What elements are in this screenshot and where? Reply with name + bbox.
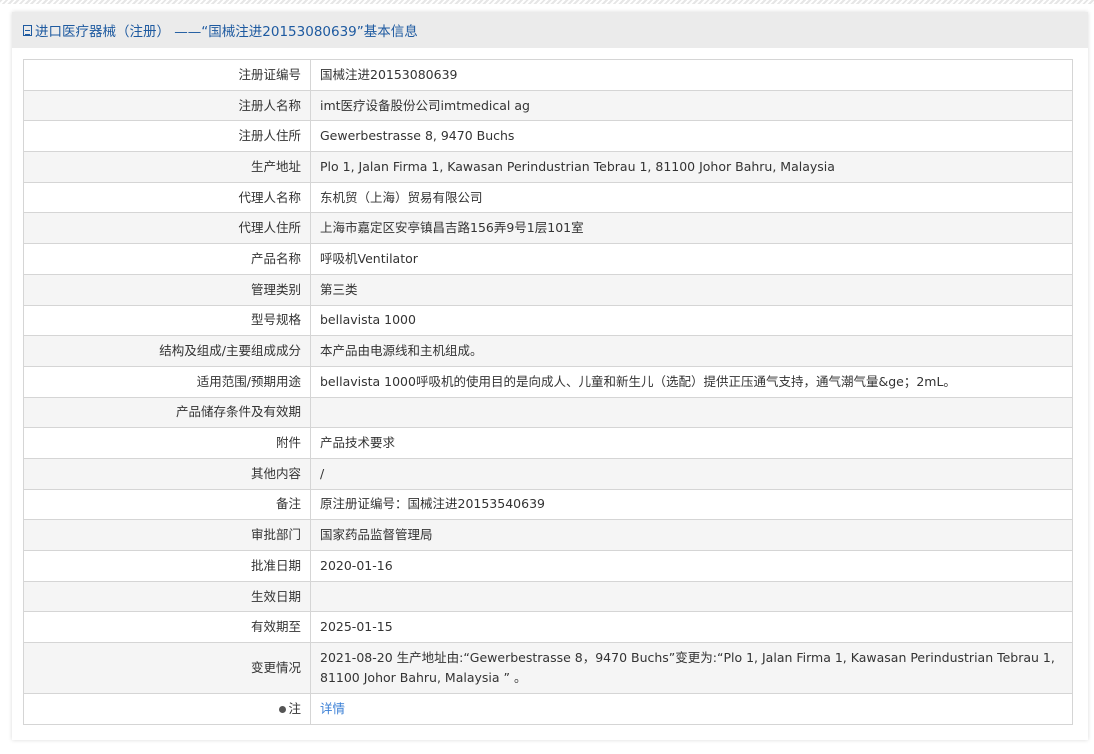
pin-icon: [279, 705, 287, 713]
field-value: 东机贸（上海）贸易有限公司: [310, 181, 1073, 214]
table-row: 适用范围/预期用途 bellavista 1000呼吸机的使用目的是向成人、儿童和…: [23, 365, 1073, 398]
field-label: 代理人名称: [23, 181, 311, 214]
field-value: 第三类: [310, 273, 1073, 306]
table-row: 产品名称 呼吸机Ventilator: [23, 243, 1073, 275]
field-value: bellavista 1000呼吸机的使用目的是向成人、儿童和新生儿（选配）提供…: [310, 365, 1073, 398]
field-value: 2021-08-20 生产地址由:“Gewerbestrasse 8，9470 …: [310, 642, 1073, 695]
field-label: 管理类别: [23, 273, 311, 306]
panel-header: 进口医疗器械（注册） ——“国械注进20153080639”基本信息: [12, 12, 1088, 48]
table-row: 其他内容 /: [23, 457, 1073, 490]
note-cell: 详情: [310, 693, 1073, 725]
field-value: 2020-01-16: [310, 550, 1073, 582]
table-row: 变更情况 2021-08-20 生产地址由:“Gewerbestrasse 8，9…: [23, 642, 1073, 695]
table-row: 有效期至 2025-01-15: [23, 611, 1073, 644]
table-row: 批准日期 2020-01-16: [23, 550, 1073, 582]
note-label-text: 注: [288, 700, 301, 716]
table-row: 代理人名称 东机贸（上海）贸易有限公司: [23, 181, 1073, 214]
field-label: 生产地址: [23, 151, 311, 183]
field-value: 2025-01-15: [310, 611, 1073, 644]
field-label: 备注: [23, 488, 311, 521]
field-value: 原注册证编号：国械注进20153540639: [310, 488, 1073, 521]
field-value: 上海市嘉定区安亭镇昌吉路156弄9号1层101室: [310, 212, 1073, 245]
details-link[interactable]: 详情: [320, 701, 345, 716]
note-row: 注 详情: [23, 693, 1073, 725]
field-label: 其他内容: [23, 457, 311, 490]
field-label: 产品名称: [23, 243, 311, 275]
info-panel: 进口医疗器械（注册） ——“国械注进20153080639”基本信息 注册证编号…: [12, 12, 1088, 740]
table-row: 管理类别 第三类: [23, 273, 1073, 306]
field-value: Gewerbestrasse 8, 9470 Buchs: [310, 120, 1073, 153]
field-label: 代理人住所: [23, 212, 311, 245]
table-row: 结构及组成/主要组成成分 本产品由电源线和主机组成。: [23, 335, 1073, 367]
field-value: [310, 580, 1073, 613]
table-row: 注册证编号 国械注进20153080639: [23, 59, 1073, 91]
table-row: 产品储存条件及有效期: [23, 396, 1073, 429]
top-stripe: [0, 0, 1094, 4]
field-label: 注册人住所: [23, 120, 311, 153]
field-label: 变更情况: [23, 642, 311, 695]
document-icon: [23, 24, 32, 36]
table-row: 型号规格 bellavista 1000: [23, 304, 1073, 337]
field-label: 附件: [23, 427, 311, 459]
field-value: 本产品由电源线和主机组成。: [310, 335, 1073, 367]
field-value: [310, 396, 1073, 429]
table-row: 备注 原注册证编号：国械注进20153540639: [23, 488, 1073, 521]
field-value: Plo 1, Jalan Firma 1, Kawasan Perindustr…: [310, 151, 1073, 183]
table-row: 审批部门 国家药品监督管理局: [23, 519, 1073, 551]
field-value: imt医疗设备股份公司imtmedical ag: [310, 89, 1073, 122]
field-label: 生效日期: [23, 580, 311, 613]
field-value: 国家药品监督管理局: [310, 519, 1073, 551]
field-label: 有效期至: [23, 611, 311, 644]
field-value: bellavista 1000: [310, 304, 1073, 337]
info-table: 注册证编号 国械注进20153080639 注册人名称 imt医疗设备股份公司imtm…: [23, 59, 1073, 725]
field-value: /: [310, 457, 1073, 490]
field-value: 国械注进20153080639: [310, 59, 1073, 91]
table-row: 代理人住所 上海市嘉定区安亭镇昌吉路156弄9号1层101室: [23, 212, 1073, 245]
field-label: 产品储存条件及有效期: [23, 396, 311, 429]
field-label: 注册证编号: [23, 59, 311, 91]
table-row: 注册人住所 Gewerbestrasse 8, 9470 Buchs: [23, 120, 1073, 153]
table-row: 生产地址 Plo 1, Jalan Firma 1, Kawasan Perind…: [23, 151, 1073, 183]
field-value: 产品技术要求: [310, 427, 1073, 459]
field-label: 适用范围/预期用途: [23, 365, 311, 398]
table-row: 生效日期: [23, 580, 1073, 613]
field-label: 结构及组成/主要组成成分: [23, 335, 311, 367]
field-label: 型号规格: [23, 304, 311, 337]
table-row: 注册人名称 imt医疗设备股份公司imtmedical ag: [23, 89, 1073, 122]
field-label: 批准日期: [23, 550, 311, 582]
field-value: 呼吸机Ventilator: [310, 243, 1073, 275]
table-row: 附件 产品技术要求: [23, 427, 1073, 459]
page-title: 进口医疗器械（注册） ——“国械注进20153080639”基本信息: [35, 24, 418, 40]
note-label: 注: [23, 693, 311, 725]
field-label: 审批部门: [23, 519, 311, 551]
field-label: 注册人名称: [23, 89, 311, 122]
